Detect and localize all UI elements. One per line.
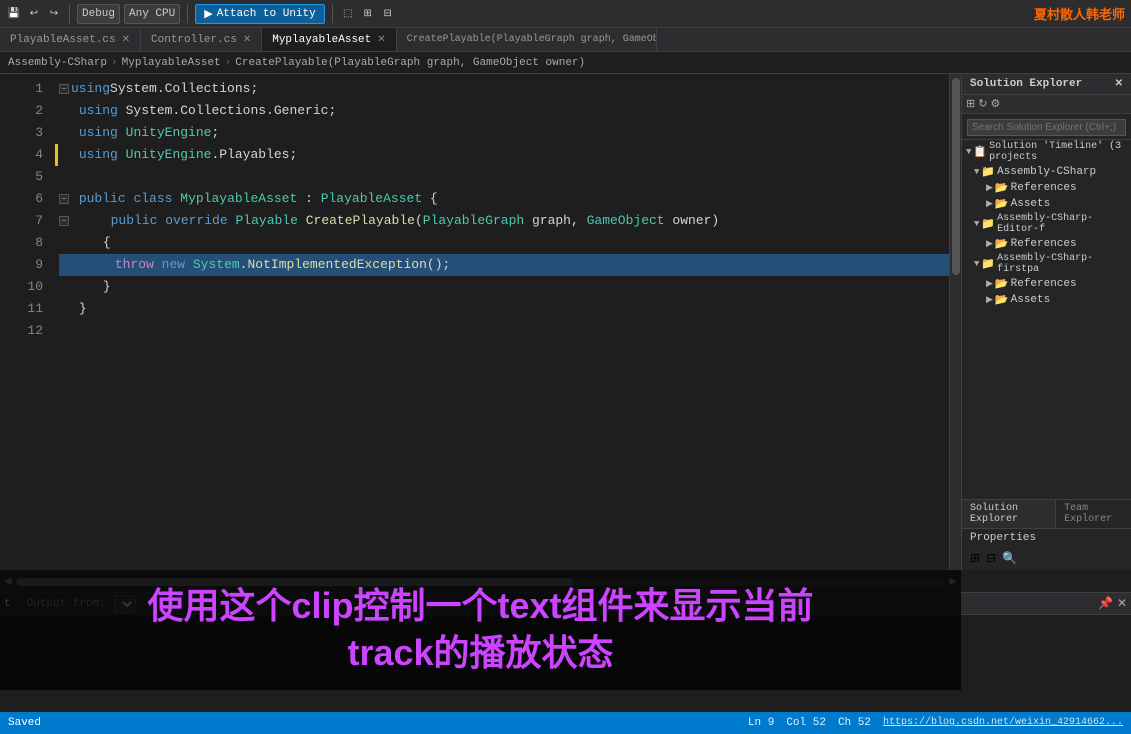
status-bar: Saved Ln 9 Col 52 Ch 52 https://blog.csd…: [0, 712, 1131, 734]
collapse-6[interactable]: −: [59, 194, 69, 204]
editor-area[interactable]: 1 2 3 4 5 6 7 8 9 10 11 12 − using Syste…: [0, 74, 961, 570]
line-numbers: 1 2 3 4 5 6 7 8 9 10 11 12: [15, 74, 51, 570]
close-panel-icon[interactable]: ✕: [1117, 596, 1127, 611]
solution-explorer-header: Solution Explorer ✕: [962, 74, 1131, 95]
properties-header: Properties: [962, 528, 1131, 547]
tree-assembly-editor[interactable]: ▼ 📁 Assembly-CSharp-Editor-f: [962, 212, 1131, 236]
tab-playableasset[interactable]: PlayableAsset.cs ✕: [0, 28, 141, 51]
toolbar: 💾 ↩ ↪ Debug Any CPU ▶ Attach to Unity ⬚ …: [0, 0, 1131, 28]
code-line-3: using UnityEngine;: [59, 122, 949, 144]
tree-assets-1[interactable]: ▶ 📂 Assets: [962, 196, 1131, 212]
tab-controller-label: Controller.cs: [151, 34, 237, 46]
pin-icon[interactable]: 📌: [1098, 596, 1113, 611]
tab-createplayable[interactable]: CreatePlayable(PlayableGraph graph, Game…: [397, 28, 657, 51]
toolbar-icon3[interactable]: ⊟: [380, 6, 396, 22]
tab-controller[interactable]: Controller.cs ✕: [141, 28, 262, 51]
tab-controller-close[interactable]: ✕: [243, 34, 251, 46]
toolbar-icon2[interactable]: ⊞: [360, 6, 376, 22]
separator1: [69, 5, 70, 23]
tab-team-explorer[interactable]: Team Explorer: [1056, 500, 1131, 528]
tab-createplayable-label: CreatePlayable(PlayableGraph graph, Game…: [407, 34, 657, 45]
se-search-area: [962, 114, 1131, 140]
se-toolbar: ⊞ ↻ ⚙: [962, 95, 1131, 114]
se-bottom-tabs: Solution Explorer Team Explorer: [962, 499, 1131, 528]
solution-explorer-close[interactable]: ✕: [1115, 78, 1123, 90]
code-line-4: using UnityEngine.Playables;: [59, 144, 949, 166]
breadcrumb-method[interactable]: CreatePlayable(PlayableGraph graph, Game…: [235, 57, 585, 69]
overlay-line1: 使用这个clip控制一个text组件来显示当前: [147, 583, 813, 630]
overlay-panel: 使用这个clip控制一个text组件来显示当前 track的播放状态: [0, 570, 961, 690]
separator3: [332, 5, 333, 23]
tree-assembly-firstpa[interactable]: ▼ 📁 Assembly-CSharp-firstpa: [962, 252, 1131, 276]
se-icon-2[interactable]: ↻: [978, 97, 987, 111]
tree-assembly-csharp[interactable]: ▼ 📁 Assembly-CSharp: [962, 164, 1131, 180]
tree-references-1[interactable]: ▶ 📂 References: [962, 180, 1131, 196]
code-line-8: {: [59, 232, 949, 254]
collapse-7[interactable]: −: [59, 216, 69, 226]
se-icon-1[interactable]: ⊞: [966, 97, 975, 111]
breadcrumb-assembly[interactable]: Assembly-CSharp: [8, 57, 107, 69]
status-right-group: Ln 9 Col 52 Ch 52 https://blog.csdn.net/…: [748, 717, 1123, 729]
status-ln: Ln 9: [748, 717, 774, 729]
prop-icon-1[interactable]: ⊞: [970, 551, 980, 566]
toolbar-icon1[interactable]: ⬚: [340, 6, 356, 22]
status-ch: Ch 52: [838, 717, 871, 729]
status-col: Col 52: [786, 717, 826, 729]
code-line-11: }: [59, 298, 949, 320]
tree-references-3[interactable]: ▶ 📂 References: [962, 276, 1131, 292]
solution-explorer-panel: Solution Explorer ✕ ⊞ ↻ ⚙ ▼ 📋 Solution '…: [961, 74, 1131, 570]
separator2: [187, 5, 188, 23]
code-line-1: − using System.Collections;: [59, 78, 949, 100]
breadcrumb-class[interactable]: MyplayableAsset: [122, 57, 221, 69]
status-url[interactable]: https://blog.csdn.net/weixin_42914662...: [883, 717, 1123, 729]
bottom-panel: t Output from: 📌 ✕ 使用这个clip控制一个text组件来显示…: [0, 592, 1131, 712]
watermark-title: 夏村散人韩老师: [1034, 4, 1125, 23]
se-icon-3[interactable]: ⚙: [990, 97, 1000, 111]
code-line-12: [59, 320, 949, 342]
undo-icon[interactable]: ↩: [26, 6, 42, 22]
code-editor[interactable]: − using System.Collections; using System…: [51, 74, 949, 570]
tree-references-2[interactable]: ▶ 📂 References: [962, 236, 1131, 252]
breadcrumb-sep2: ›: [225, 57, 232, 69]
debug-config[interactable]: Debug: [77, 4, 120, 24]
vertical-scrollbar[interactable]: [949, 74, 961, 570]
tab-bar: PlayableAsset.cs ✕ Controller.cs ✕ Mypla…: [0, 28, 1131, 52]
se-tree: ▼ 📋 Solution 'Timeline' (3 projects ▼ 📁 …: [962, 140, 1131, 499]
tab-myplayableasset-label: MyplayableAsset: [272, 34, 371, 46]
se-search-input[interactable]: [967, 119, 1126, 136]
tab-playableasset-close[interactable]: ✕: [122, 34, 130, 46]
code-line-6: − public class MyplayableAsset : Playabl…: [59, 188, 949, 210]
attach-unity-button[interactable]: ▶ Attach to Unity: [195, 4, 325, 24]
tab-playableasset-label: PlayableAsset.cs: [10, 34, 116, 46]
save-icon[interactable]: 💾: [6, 6, 22, 22]
prop-icon-2[interactable]: ⊟: [986, 551, 996, 566]
status-saved: Saved: [8, 717, 41, 729]
cpu-config[interactable]: Any CPU: [124, 4, 180, 24]
solution-explorer-title: Solution Explorer: [970, 78, 1082, 90]
tree-solution[interactable]: ▼ 📋 Solution 'Timeline' (3 projects: [962, 140, 1131, 164]
breadcrumb-sep1: ›: [111, 57, 118, 69]
left-gutter: [0, 74, 15, 570]
code-line-9: throw new System.NotImplementedException…: [59, 254, 949, 276]
play-icon: ▶: [204, 7, 212, 21]
breadcrumb: Assembly-CSharp › MyplayableAsset › Crea…: [0, 52, 1131, 74]
code-line-2: using System.Collections.Generic;: [59, 100, 949, 122]
tree-assets-2[interactable]: ▶ 📂 Assets: [962, 292, 1131, 308]
code-line-7: − public override Playable CreatePlayabl…: [59, 210, 949, 232]
prop-icon-3[interactable]: 🔍: [1002, 551, 1017, 566]
overlay-line2: track的播放状态: [347, 630, 613, 677]
main-layout: 1 2 3 4 5 6 7 8 9 10 11 12 − using Syste…: [0, 74, 1131, 570]
collapse-1[interactable]: −: [59, 84, 69, 94]
tab-myplayableasset-close[interactable]: ✕: [377, 34, 385, 46]
bottom-panel-icon-row: 📌 ✕: [1098, 596, 1127, 611]
tab-solution-explorer[interactable]: Solution Explorer: [962, 500, 1056, 528]
properties-icons: ⊞ ⊟ 🔍: [962, 547, 1131, 570]
tab-myplayableasset[interactable]: MyplayableAsset ✕: [262, 28, 396, 51]
code-line-10: }: [59, 276, 949, 298]
redo-icon[interactable]: ↪: [46, 6, 62, 22]
code-line-5: [59, 166, 949, 188]
